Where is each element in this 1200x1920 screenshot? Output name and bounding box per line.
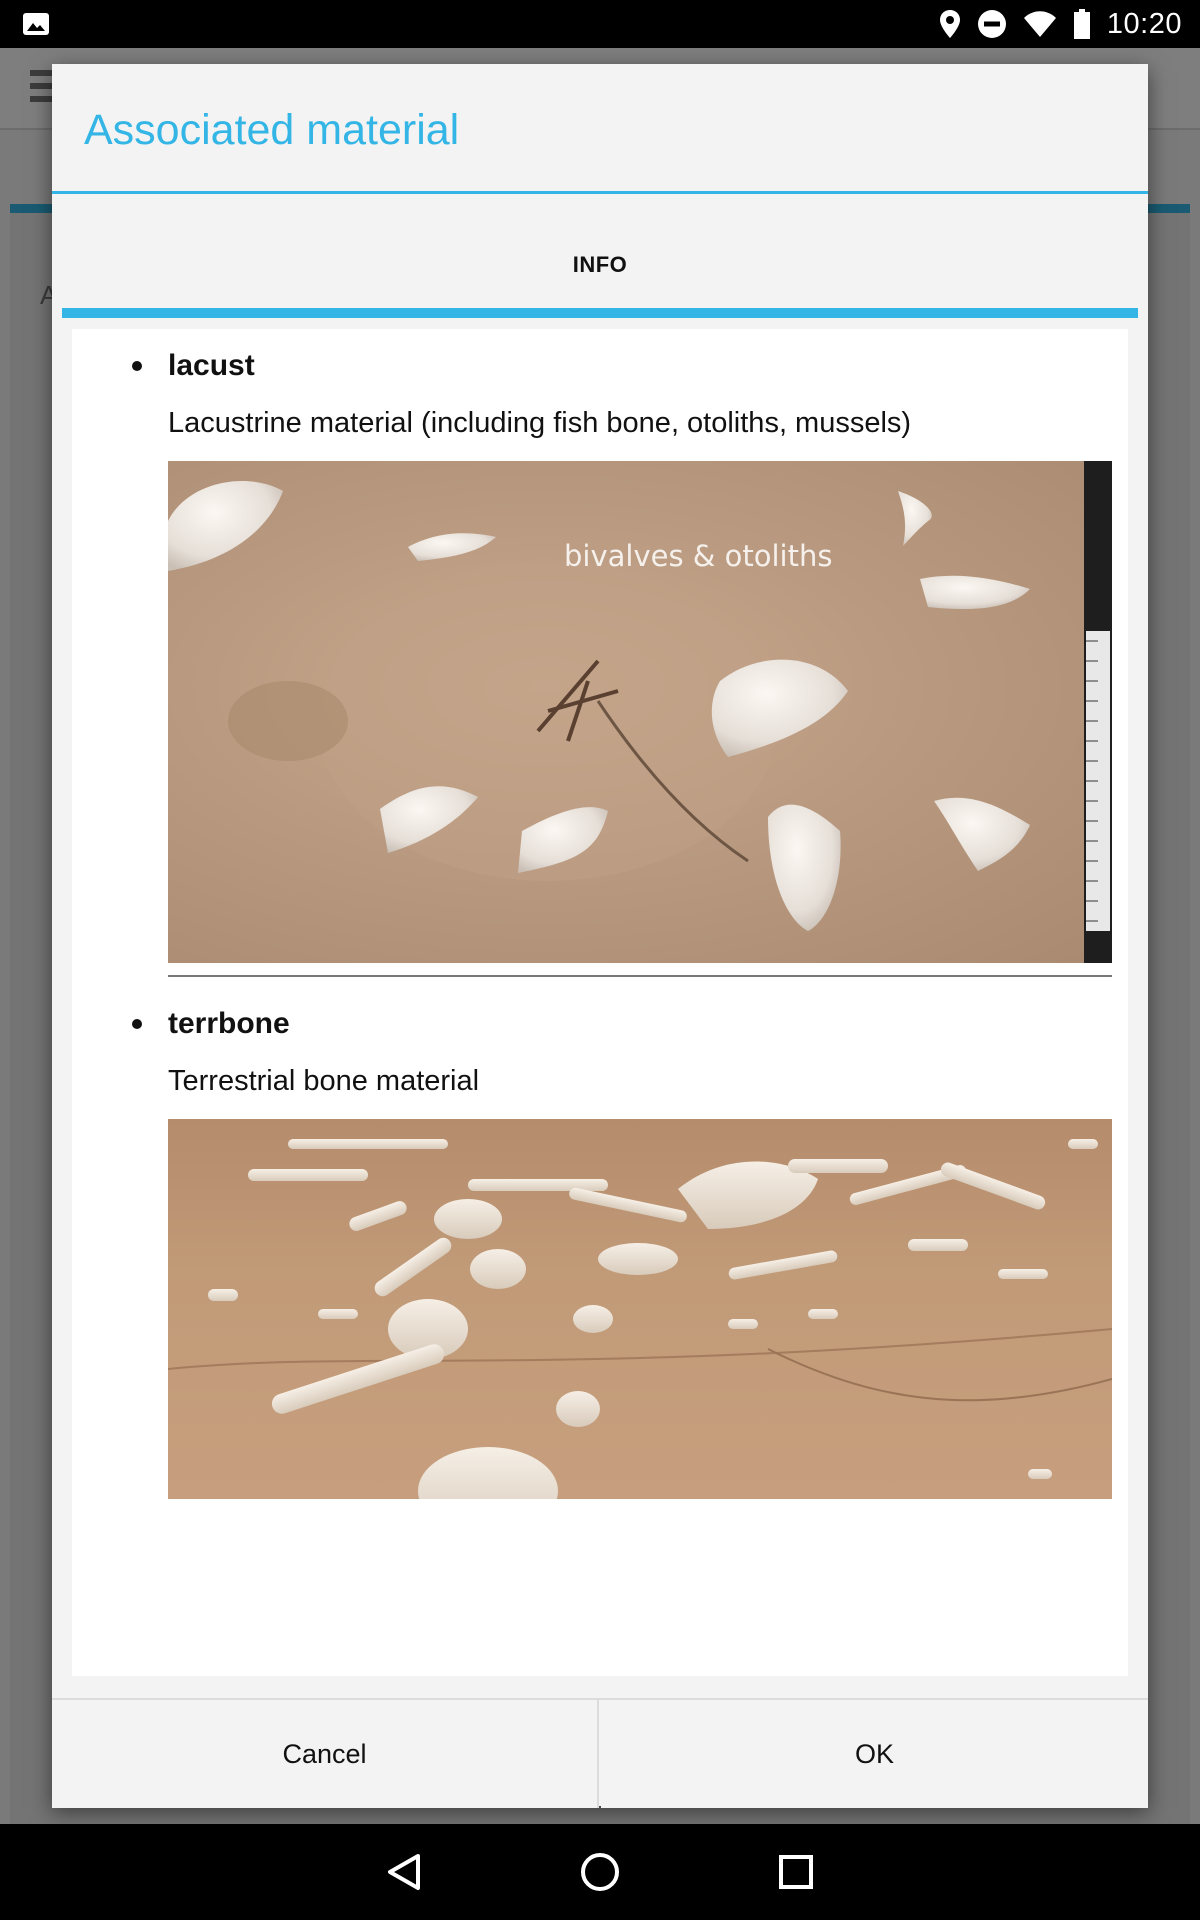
shells-illustration [168, 461, 1112, 963]
terrestrial-bone-photo [168, 1119, 1112, 1499]
tab-info-label: INFO [572, 252, 628, 277]
navigation-bar [0, 1824, 1200, 1920]
bullet [132, 361, 142, 371]
item-description: Lacustrine material (including fish bone… [168, 407, 912, 439]
image-icon [22, 12, 50, 36]
menu-icon [30, 70, 52, 106]
dialog-button-bar: Cancel OK [52, 1698, 1148, 1808]
bones-illustration [168, 1139, 1112, 1499]
ok-button[interactable]: OK [601, 1700, 1148, 1808]
photo-caption: bivalves & otoliths [564, 539, 833, 573]
location-icon [939, 9, 961, 39]
clock: 10:20 [1106, 7, 1182, 40]
cancel-button[interactable]: Cancel [52, 1700, 599, 1808]
dialog-title: Associated material [84, 106, 460, 154]
back-icon[interactable] [356, 1824, 452, 1920]
item-description: Terrestrial bone material [168, 1065, 480, 1097]
battery-icon [1073, 9, 1091, 39]
tab-info[interactable]: INFO [62, 194, 1138, 318]
associated-material-dialog: Associated material INFO lacust Lacustri… [52, 64, 1148, 1808]
status-bar: 10:20 [0, 0, 1200, 48]
item-separator [168, 975, 1112, 977]
tab-indicator [62, 308, 1138, 318]
do-not-disturb-icon [977, 9, 1007, 39]
bullet [132, 1019, 142, 1029]
home-icon[interactable] [552, 1824, 648, 1920]
info-content[interactable]: lacust Lacustrine material (including fi… [72, 329, 1128, 1676]
item-title: terrbone [168, 1007, 290, 1040]
wifi-icon [1023, 10, 1057, 38]
item-title: lacust [168, 349, 255, 382]
recents-icon[interactable] [748, 1824, 844, 1920]
lacustrine-photo: bivalves & otoliths [168, 461, 1112, 963]
